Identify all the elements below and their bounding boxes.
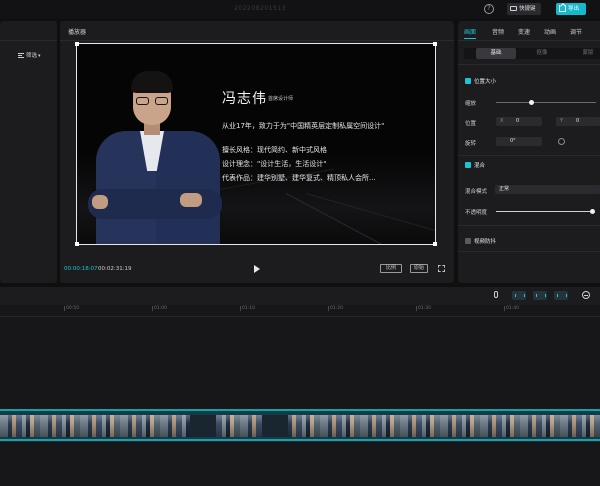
shortcut-label: 快捷键 (519, 6, 536, 12)
opacity-slider-track[interactable] (496, 211, 592, 212)
top-bar: 202208201513 ? 快捷键 导出 (0, 0, 600, 19)
project-title: 202208201513 (234, 5, 286, 12)
scale-label: 缩放 (465, 101, 477, 107)
total-time: 00:02:31:19 (98, 266, 132, 272)
player-title: 播放器 (68, 29, 87, 36)
resize-handle[interactable] (433, 242, 437, 246)
blend-checkbox[interactable] (465, 162, 471, 168)
subtab-cutout[interactable]: 抠像 (522, 48, 562, 59)
resize-handle[interactable] (433, 42, 437, 46)
export-button[interactable]: 导出 (556, 3, 586, 15)
tab-adjust[interactable]: 调节 (570, 27, 582, 36)
opacity-slider-knob[interactable] (589, 209, 595, 214)
position-size-title: 位置大小 (474, 79, 497, 85)
selection-box[interactable] (75, 42, 437, 246)
blend-mode-label: 混合模式 (465, 189, 488, 195)
tab-audio[interactable]: 音频 (492, 27, 504, 36)
play-icon[interactable] (254, 265, 260, 273)
opacity-label: 不透明度 (465, 210, 488, 216)
x-axis-label: X (500, 118, 504, 124)
divider (458, 40, 600, 41)
divider (60, 40, 454, 41)
ruler-tick: 01:30 (416, 306, 431, 311)
ruler-tick: 01:20 (328, 306, 343, 311)
subtab-basic[interactable]: 基础 (476, 48, 516, 59)
timeline-panel: 00:50 01:00 01:10 01:20 01:30 01:40 (0, 287, 600, 486)
active-tab-indicator (464, 38, 476, 39)
filter-label: 筛选 (26, 53, 38, 59)
shortcut-button[interactable]: 快捷键 (507, 3, 541, 15)
tab-picture[interactable]: 画面 (464, 27, 476, 36)
scale-slider-knob[interactable] (528, 100, 534, 105)
video-track-clip[interactable] (0, 409, 600, 441)
mic-icon[interactable] (494, 291, 498, 298)
position-y-field[interactable]: Y 0 (556, 117, 600, 126)
divider (458, 251, 600, 252)
position-x-field[interactable]: X 0 (496, 117, 542, 126)
filter-select[interactable]: 筛选▾ (18, 51, 41, 59)
ruler-tick: 00:50 (64, 306, 79, 311)
rotate-field[interactable]: 0° (496, 137, 542, 146)
help-icon[interactable]: ? (484, 4, 494, 14)
stabilize-title: 视频防抖 (474, 239, 497, 245)
zoom-out-icon[interactable] (582, 291, 590, 299)
divider (458, 64, 600, 65)
timeline-toolbar (0, 287, 600, 305)
preview-axis-icon[interactable] (554, 291, 568, 300)
divider (458, 155, 600, 156)
fullscreen-icon[interactable] (438, 265, 445, 272)
x-value: 0 (516, 118, 520, 124)
snap-tool-icon[interactable] (533, 291, 547, 300)
divider (458, 225, 600, 226)
clip-thumbnail-dark (262, 415, 288, 437)
link-tool-icon[interactable] (512, 291, 526, 300)
rotate-label: 旋转 (465, 141, 477, 147)
media-panel-header (0, 21, 57, 41)
resize-handle[interactable] (75, 42, 79, 46)
original-button[interactable]: 原始 (410, 264, 428, 273)
current-time: 00:00:18:07 (64, 266, 98, 272)
time-ruler[interactable]: 00:50 01:00 01:10 01:20 01:30 01:40 (0, 305, 600, 317)
tab-animation[interactable]: 动画 (544, 27, 556, 36)
ratio-button[interactable]: 比例 (380, 264, 402, 273)
clip-thumbnail-dark (190, 415, 216, 437)
position-size-checkbox[interactable] (465, 78, 471, 84)
filter-icon (18, 53, 24, 58)
blend-mode-select[interactable]: 正常 (495, 185, 600, 194)
subtab-mask[interactable]: 蒙版 (568, 48, 600, 59)
properties-panel: 画面 音频 变速 动画 调节 基础 抠像 蒙版 位置大小 缩放 位置 X 0 Y… (458, 21, 600, 283)
player-panel: 播放器 冯志伟 首席设计师 从业17年，致力于为"中国精英层定制私属空间设计" … (60, 21, 454, 283)
position-label: 位置 (465, 121, 477, 127)
ruler-tick: 01:00 (152, 306, 167, 311)
blend-title: 混合 (474, 163, 486, 169)
scale-slider-track[interactable] (496, 102, 596, 103)
resize-handle[interactable] (75, 242, 79, 246)
reset-rotate-icon[interactable] (558, 138, 565, 145)
tab-speed[interactable]: 变速 (518, 27, 530, 36)
media-panel: 筛选▾ (0, 21, 57, 283)
divider (0, 441, 600, 442)
ruler-tick: 01:10 (240, 306, 255, 311)
ruler-tick: 01:40 (504, 306, 519, 311)
keyboard-icon (510, 6, 517, 11)
y-axis-label: Y (560, 118, 564, 124)
export-icon (559, 5, 566, 12)
subtab-bar: 基础 抠像 蒙版 (464, 48, 600, 59)
export-label: 导出 (568, 6, 580, 12)
stabilize-checkbox[interactable] (465, 238, 471, 244)
chevron-down-icon: ▾ (38, 53, 41, 59)
clip-thumbnail-shade (0, 415, 600, 437)
y-value: 0 (576, 118, 580, 124)
